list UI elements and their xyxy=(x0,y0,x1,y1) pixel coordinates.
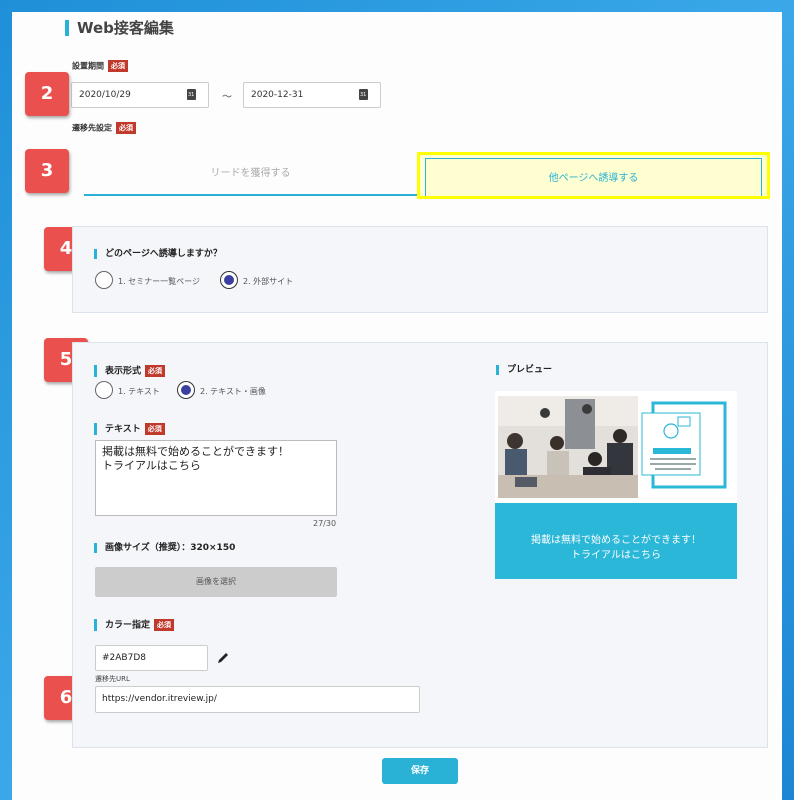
radio-seminar-list-label: 1. セミナー一覧ページ xyxy=(118,277,201,286)
text-line-1: 掲載は無料で始めることができます！ xyxy=(102,445,289,458)
end-date-value: 2020-12-31 xyxy=(251,90,304,100)
save-button[interactable]: 保存 xyxy=(382,758,458,784)
calendar-icon[interactable] xyxy=(359,89,368,100)
display-format-text: 表示形式 xyxy=(105,366,142,377)
destination-section: どのページへ誘導しますか？ 1. セミナー一覧ページ 2. 外部サイト xyxy=(72,226,768,313)
color-title-text: カラー指定 xyxy=(105,620,151,631)
preview-banner: 掲載は無料で始めることができます！ トライアルはこちら xyxy=(495,503,737,579)
page-title: Web接客編集 xyxy=(65,20,174,36)
period-label: 設置期間 必須 xyxy=(72,60,128,72)
required-badge: 必須 xyxy=(108,60,128,72)
color-title: カラー指定 必須 xyxy=(94,619,175,631)
text-title: テキスト 必須 xyxy=(94,423,165,435)
start-date-value: 2020/10/29 xyxy=(79,90,131,100)
required-badge: 必須 xyxy=(145,365,166,377)
display-settings-section: 表示形式 必須 1. テキスト 2. テキスト・画像 テキスト 必須 掲載は無料で始… xyxy=(72,342,768,748)
text-title-text: テキスト xyxy=(105,424,141,435)
step-badge-2: 2 xyxy=(25,72,69,116)
date-separator: 〜 xyxy=(222,92,232,103)
preview-card: 掲載は無料で始めることができます！ トライアルはこちら xyxy=(495,391,737,579)
edit-panel: Web接客編集 設置期間必須 2020/10/29 〜 2020-12-31 遷… xyxy=(12,12,782,800)
end-date-input[interactable]: 2020-12-31 xyxy=(243,82,381,108)
transition-label-text: 遷移先設定 xyxy=(72,123,112,133)
required-badge: 必須 xyxy=(116,122,136,134)
start-date-input[interactable]: 2020/10/29 xyxy=(71,82,209,108)
destination-question: どのページへ誘導しますか？ xyxy=(94,249,222,259)
preview-line-1: 掲載は無料で始めることができます！ xyxy=(531,535,701,546)
step-badge-3: 3 xyxy=(25,149,69,193)
tab-get-leads[interactable]: リードを獲得する xyxy=(84,164,417,179)
text-line-2: トライアルはこちら xyxy=(102,459,201,472)
radio-external-site[interactable] xyxy=(220,271,238,289)
radio-text-only-label: 1. テキスト xyxy=(118,387,160,396)
tab-highlight-frame: 他ページへ誘導する xyxy=(417,152,770,199)
char-counter: 27/30 xyxy=(313,519,337,528)
required-badge: 必須 xyxy=(154,619,175,631)
image-size-title: 画像サイズ（推奨）：320×150 xyxy=(94,543,235,553)
preview-title: プレビュー xyxy=(496,365,552,375)
radio-text-image[interactable] xyxy=(177,381,195,399)
preview-line-2: トライアルはこちら xyxy=(571,550,661,561)
radio-seminar-list[interactable] xyxy=(95,271,113,289)
color-input[interactable]: #2AB7D8 xyxy=(95,645,208,671)
preview-photo xyxy=(495,391,737,503)
radio-text-only[interactable] xyxy=(95,381,113,399)
text-area[interactable]: 掲載は無料で始めることができます！ トライアルはこちら xyxy=(95,440,337,516)
calendar-icon[interactable] xyxy=(187,89,196,100)
period-label-text: 設置期間 xyxy=(72,61,104,71)
pencil-icon[interactable] xyxy=(216,651,230,665)
radio-text-image-label: 2. テキスト・画像 xyxy=(200,387,266,396)
tab-guide-other-page[interactable]: 他ページへ誘導する xyxy=(420,169,767,184)
select-image-button[interactable]: 画像を選択 xyxy=(95,567,337,597)
display-format-title: 表示形式 必須 xyxy=(94,365,166,377)
required-badge: 必須 xyxy=(144,423,165,435)
url-input[interactable]: https://vendor.itreview.jp/ xyxy=(95,686,420,713)
tab-underline xyxy=(84,194,417,196)
url-label: 遷移先URL xyxy=(95,675,130,683)
transition-setting-label: 遷移先設定 必須 xyxy=(72,122,136,134)
radio-external-site-label: 2. 外部サイト xyxy=(243,277,294,286)
